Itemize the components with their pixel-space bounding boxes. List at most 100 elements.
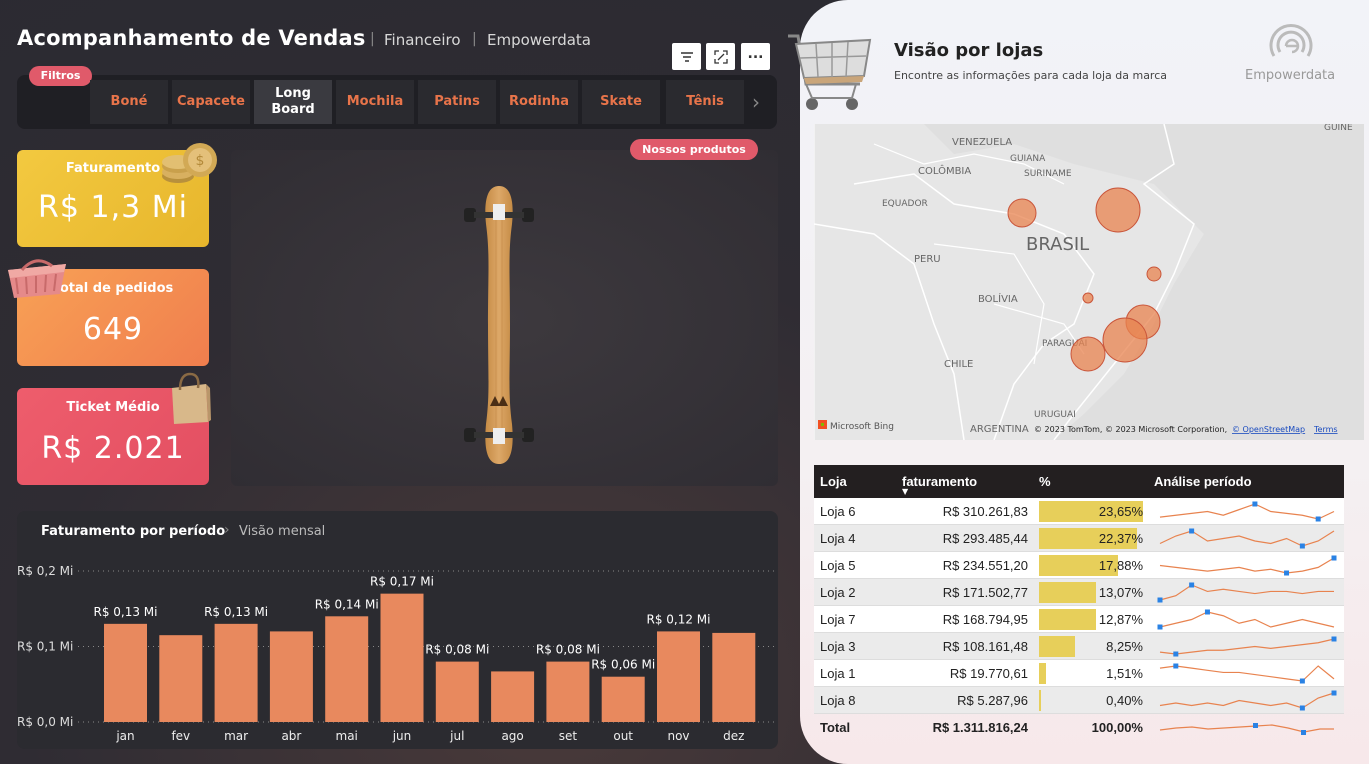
bar-set[interactable]	[546, 661, 590, 722]
table-row[interactable]: Loja 4 R$ 293.485,44 22,37%	[814, 525, 1344, 552]
tab-skate[interactable]: Skate	[582, 80, 660, 124]
table-row[interactable]: Loja 2 R$ 171.502,77 13,07%	[814, 579, 1344, 606]
tab-tenis[interactable]: Tênis	[666, 80, 744, 124]
store-bubble	[1082, 292, 1094, 304]
cell-faturamento: R$ 171.502,77	[942, 584, 1028, 600]
ellipsis-icon: ...	[747, 45, 764, 62]
bar-value-label: R$ 0,12 Mi	[646, 612, 710, 626]
map-label: COLÔMBIA	[918, 164, 971, 177]
cell-loja: Loja 5	[820, 557, 856, 573]
table-row[interactable]: Loja 3 R$ 108.161,48 8,25%	[814, 633, 1344, 660]
sparkline-marker	[1331, 555, 1337, 561]
stores-map[interactable]: VENEZUELA GUIANA SURINAME COLÔMBIA EQUAD…	[814, 124, 1364, 440]
bar-mar[interactable]	[214, 623, 258, 722]
table-row[interactable]: Loja 5 R$ 234.551,20 17,88%	[814, 552, 1344, 579]
cell-percent: 1,51%	[1106, 665, 1143, 681]
x-tick-label: jul	[449, 729, 464, 743]
more-options-button[interactable]: ...	[741, 43, 770, 70]
sparkline	[1157, 609, 1335, 630]
tab-mochila[interactable]: Mochila	[336, 80, 414, 124]
scroll-right-chevron-icon[interactable]: ›	[752, 90, 760, 114]
tab-patins[interactable]: Patins	[418, 80, 496, 124]
stores-table: Loja faturamento ▼ % Análise período Loj…	[814, 465, 1344, 741]
column-header-percent[interactable]: %	[1039, 465, 1051, 498]
nossos-produtos-button[interactable]: Nossos produtos	[630, 139, 758, 160]
bar-fev[interactable]	[159, 635, 203, 722]
main-panel: Acompanhamento de Vendas | Financeiro | …	[0, 0, 800, 764]
shopping-bag-icon	[172, 372, 211, 424]
bar-jun[interactable]	[380, 593, 424, 722]
map-label: CHILE	[944, 359, 973, 370]
kpi-value: R$ 2.021	[41, 431, 185, 466]
divider: |	[472, 31, 477, 47]
map-label: GUINÉ	[1324, 124, 1353, 133]
focus-mode-button[interactable]	[706, 43, 735, 70]
sparkline-marker	[1301, 730, 1306, 735]
cell-percent: 23,65%	[1098, 503, 1143, 519]
sparkline	[1159, 636, 1337, 657]
table-row[interactable]: Loja 7 R$ 168.794,95 12,87%	[814, 606, 1344, 633]
breadcrumb-empowerdata[interactable]: Empowerdata	[487, 31, 591, 49]
percent-bar	[1039, 636, 1076, 657]
tab-capacete[interactable]: Capacete	[172, 80, 250, 124]
bar-jul[interactable]	[435, 661, 479, 722]
store-bubble	[1102, 317, 1148, 363]
percent-bar	[1039, 663, 1046, 684]
x-tick-label: fev	[171, 729, 190, 743]
bar-jan[interactable]	[104, 623, 147, 722]
kpi-value: R$ 1,3 Mi	[38, 190, 188, 225]
terms-link[interactable]: Terms	[1313, 425, 1338, 434]
store-bubble	[1095, 187, 1141, 233]
chart-subtitle[interactable]: Visão mensal	[239, 524, 325, 539]
cell-loja: Loja 7	[820, 611, 856, 627]
sparkline	[1159, 690, 1337, 711]
cell-loja: Loja 4	[820, 530, 856, 546]
column-header-loja[interactable]: Loja	[820, 465, 847, 498]
breadcrumb-financeiro[interactable]: Financeiro	[384, 31, 461, 49]
cell-faturamento: R$ 234.551,20	[942, 557, 1028, 573]
table-row[interactable]: Loja 6 R$ 310.261,83 23,65%	[814, 498, 1344, 525]
cell-total-faturamento: R$ 1.311.816,24	[932, 720, 1028, 735]
filter-icon	[680, 51, 693, 62]
bar-ago[interactable]	[491, 671, 535, 722]
x-tick-label: nov	[667, 729, 689, 743]
bar-value-label: R$ 0,08 Mi	[536, 643, 600, 657]
bar-out[interactable]	[601, 676, 645, 722]
map-label: GUIANA	[1010, 154, 1046, 164]
table-body: Loja 6 R$ 310.261,83 23,65% Loja 4 R$ 293.48…	[814, 498, 1344, 741]
x-tick-label: out	[613, 729, 633, 743]
table-row[interactable]: Loja 1 R$ 19.770,61 1,51%	[814, 660, 1344, 687]
filter-button[interactable]	[672, 43, 701, 70]
map-label: URUGUAI	[1034, 410, 1076, 420]
column-header-analise[interactable]: Análise período	[1154, 465, 1252, 498]
sparkline-marker	[1189, 528, 1195, 534]
store-bubble	[1070, 336, 1106, 372]
cell-loja: Loja 2	[820, 584, 856, 600]
empowerdata-logo-text: Empowerdata	[1245, 68, 1336, 83]
sparkline-marker	[1284, 570, 1290, 576]
table-row[interactable]: Loja 8 R$ 5.287,96 0,40%	[814, 687, 1344, 714]
cell-loja: Loja 1	[820, 665, 856, 681]
map-label: PERU	[914, 254, 941, 265]
cell-faturamento: R$ 108.161,48	[942, 638, 1028, 654]
bar-dez[interactable]	[712, 632, 756, 722]
tab-rodinha[interactable]: Rodinha	[500, 80, 578, 124]
chart-title: Faturamento por período	[41, 524, 226, 539]
bar-abr[interactable]	[269, 631, 313, 722]
bar-value-label: R$ 0,13 Mi	[204, 605, 268, 619]
openstreetmap-link[interactable]: © OpenStreetMap	[1232, 425, 1305, 434]
map-attribution: © 2023 TomTom, © 2023 Microsoft Corporat…	[1034, 425, 1227, 434]
bar-mai[interactable]	[325, 616, 369, 722]
cell-percent: 8,25%	[1106, 638, 1143, 654]
map-label: SURINAME	[1024, 169, 1072, 179]
tab-bone[interactable]: Boné	[90, 80, 168, 124]
y-tick-label: R$ 0,1 Mi	[17, 640, 73, 654]
cell-percent: 12,87%	[1098, 611, 1143, 627]
empowerdata-logo-icon	[1269, 24, 1313, 57]
tab-long-board[interactable]: Long Board	[254, 80, 332, 124]
column-header-faturamento[interactable]: faturamento	[902, 465, 977, 498]
bar-nov[interactable]	[657, 631, 700, 722]
shopping-cart-icon	[788, 34, 872, 110]
sparkline-marker	[1204, 609, 1210, 615]
map-canvas[interactable]: VENEZUELA GUIANA SURINAME COLÔMBIA EQUAD…	[814, 124, 1364, 440]
